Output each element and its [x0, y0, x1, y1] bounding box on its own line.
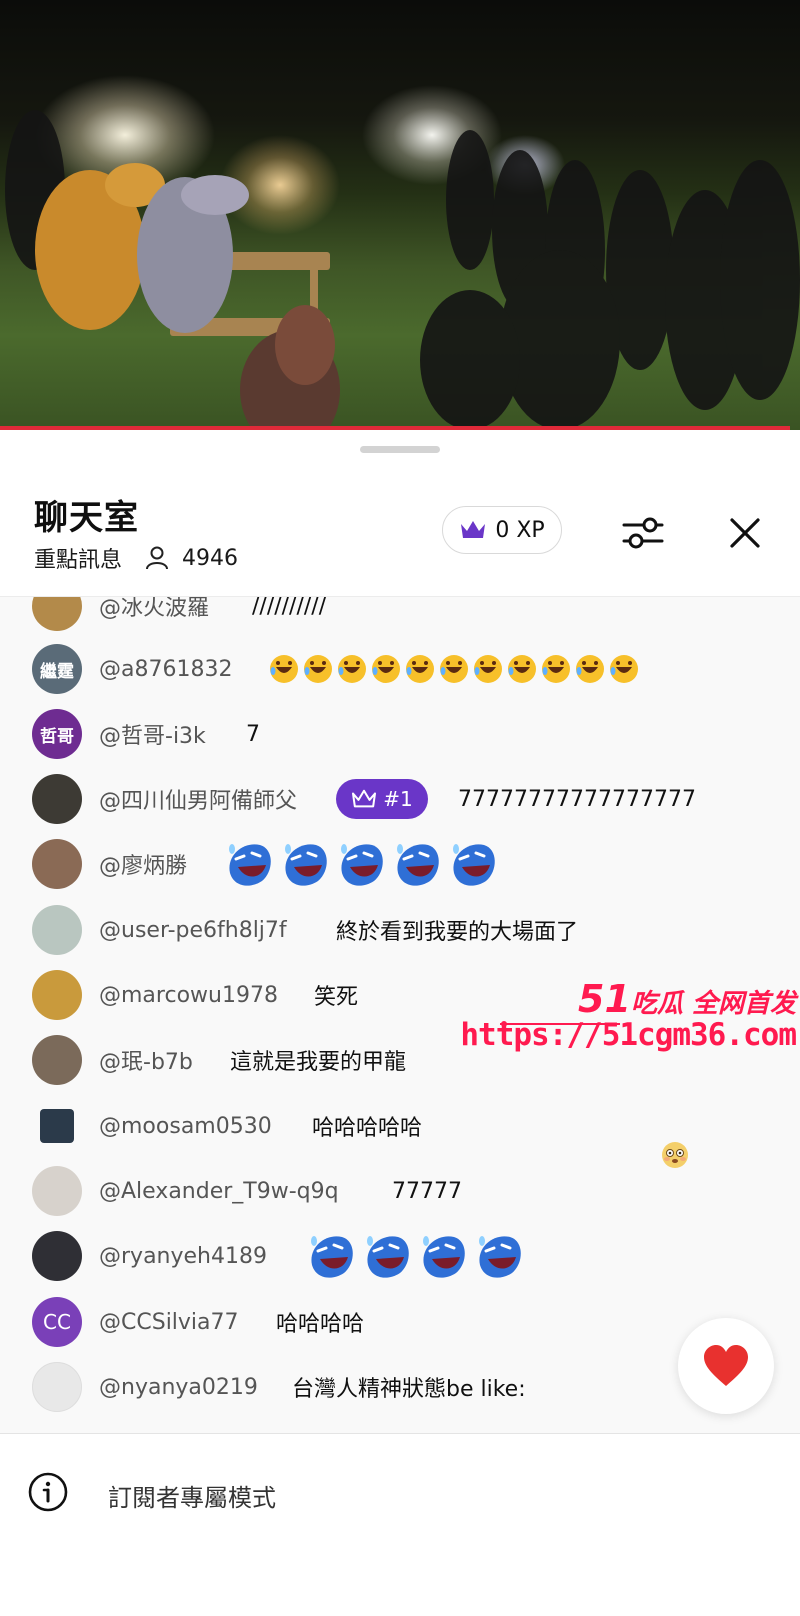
laughing-blob-icon: [479, 1236, 521, 1278]
message-text: 7: [246, 721, 260, 747]
message-text: 台灣人精神狀態be like:: [292, 1377, 526, 1402]
message-text: 笑死: [314, 985, 359, 1010]
viewer-count: 4946: [182, 545, 239, 571]
watermark-url: https://51cgm36.com: [460, 1017, 797, 1053]
message-text: //////////: [252, 597, 327, 619]
message-text: 77777777777777777: [458, 786, 696, 812]
emoji-row: [304, 1229, 528, 1283]
watermark: 51吃瓜 全网首发 https://51cgm36.com: [460, 977, 800, 1067]
laughing-blob-icon: [397, 844, 439, 886]
rofl-emoji-icon: [576, 655, 604, 683]
rofl-emoji-icon: [474, 655, 502, 683]
watermark-title: 51吃瓜 全网首发: [578, 977, 796, 1021]
list-item: @user-pe6fh8lj7f 終於看到我要的大場面了: [0, 905, 800, 955]
list-item: @Alexander_T9w-q9q 77777: [0, 1166, 800, 1216]
laughing-blob-icon: [229, 844, 271, 886]
emoji-row: [222, 837, 502, 891]
list-item: 哲哥 @哲哥-i3k 7: [0, 709, 800, 759]
message-author[interactable]: @ryanyeh4189: [99, 1244, 267, 1269]
chat-mode-label[interactable]: 重點訊息: [34, 542, 122, 574]
avatar[interactable]: [32, 970, 82, 1020]
avatar[interactable]: [32, 1035, 82, 1085]
avatar[interactable]: [32, 839, 82, 889]
list-item: @ryanyeh4189: [0, 1231, 800, 1281]
avatar[interactable]: [40, 1109, 74, 1143]
message-author[interactable]: @冰火波羅: [99, 597, 209, 622]
avatar[interactable]: 繼霆: [32, 644, 82, 694]
chat-header: 聊天室 重點訊息 4946 0 XP: [0, 490, 800, 578]
avatar[interactable]: 哲哥: [32, 709, 82, 759]
message-author[interactable]: @珉-b7b: [99, 1044, 193, 1076]
sliders-icon[interactable]: [620, 510, 666, 556]
message-text: 終於看到我要的大場面了: [336, 920, 579, 945]
emoji-row: [268, 653, 642, 685]
rofl-emoji-icon: [372, 655, 400, 683]
message-text: 哈哈哈哈: [276, 1312, 365, 1337]
laughing-blob-icon: [285, 844, 327, 886]
person-icon: [146, 546, 169, 570]
list-item: 繼霆 @a8761832: [0, 644, 800, 694]
list-item: @四川仙男阿備師父 #1 77777777777777777: [0, 774, 800, 824]
heart-reaction-button[interactable]: [678, 1318, 774, 1414]
list-item: CC @CCSilvia77 哈哈哈哈: [0, 1297, 800, 1347]
avatar[interactable]: [32, 1362, 82, 1412]
list-item: @冰火波羅 //////////: [0, 597, 800, 631]
crown-icon: [461, 521, 486, 538]
flushed-face-icon: [662, 1142, 688, 1168]
message-author[interactable]: @Alexander_T9w-q9q: [99, 1179, 339, 1204]
message-author[interactable]: @marcowu1978: [99, 983, 278, 1008]
drag-handle[interactable]: [360, 446, 440, 453]
rofl-emoji-icon: [610, 655, 638, 683]
rofl-emoji-icon: [440, 655, 468, 683]
avatar[interactable]: [32, 774, 82, 824]
laughing-blob-icon: [341, 844, 383, 886]
chat-title: 聊天室: [34, 498, 139, 538]
avatar[interactable]: [32, 597, 82, 631]
laughing-blob-icon: [311, 1236, 353, 1278]
avatar[interactable]: CC: [32, 1297, 82, 1347]
avatar[interactable]: [32, 905, 82, 955]
laughing-blob-icon: [423, 1236, 465, 1278]
close-icon[interactable]: [722, 510, 768, 556]
xp-value: 0 XP: [495, 517, 545, 543]
avatar[interactable]: [32, 1166, 82, 1216]
rofl-emoji-icon: [542, 655, 570, 683]
laughing-blob-icon: [453, 844, 495, 886]
message-author[interactable]: @moosam0530: [99, 1114, 272, 1139]
rofl-emoji-icon: [406, 655, 434, 683]
video-player[interactable]: [0, 0, 800, 430]
xp-button[interactable]: 0 XP: [442, 506, 562, 554]
message-text: 77777: [392, 1178, 462, 1204]
chat-subtitle: 重點訊息 4946: [34, 542, 238, 574]
rofl-emoji-icon: [304, 655, 332, 683]
crown-icon: [352, 789, 377, 808]
message-author[interactable]: @nyanya0219: [99, 1375, 258, 1400]
message-author[interactable]: @哲哥-i3k: [99, 718, 206, 750]
rofl-emoji-icon: [338, 655, 366, 683]
laughing-blob-icon: [367, 1236, 409, 1278]
message-author[interactable]: @a8761832: [99, 657, 232, 682]
rank-badge: #1: [336, 779, 428, 819]
video-progress-bar[interactable]: [0, 426, 790, 430]
subscriber-mode-notice: 訂閱者專屬模式: [108, 1484, 276, 1512]
message-author[interactable]: @user-pe6fh8lj7f: [99, 918, 287, 943]
rank-label: #1: [383, 787, 413, 811]
chat-footer: 訂閱者專屬模式: [0, 1434, 800, 1616]
info-icon[interactable]: [26, 1470, 70, 1514]
message-text: 這就是我要的甲龍: [230, 1050, 407, 1075]
message-author[interactable]: @廖炳勝: [99, 848, 187, 880]
heart-icon: [704, 1345, 748, 1386]
rofl-emoji-icon: [270, 655, 298, 683]
rofl-emoji-icon: [508, 655, 536, 683]
message-author[interactable]: @四川仙男阿備師父: [99, 783, 297, 815]
list-item: @廖炳勝: [0, 839, 800, 889]
avatar[interactable]: [32, 1231, 82, 1281]
message-author[interactable]: @CCSilvia77: [99, 1310, 239, 1335]
message-text: 哈哈哈哈哈: [312, 1116, 423, 1141]
video-frame: [5, 110, 800, 430]
